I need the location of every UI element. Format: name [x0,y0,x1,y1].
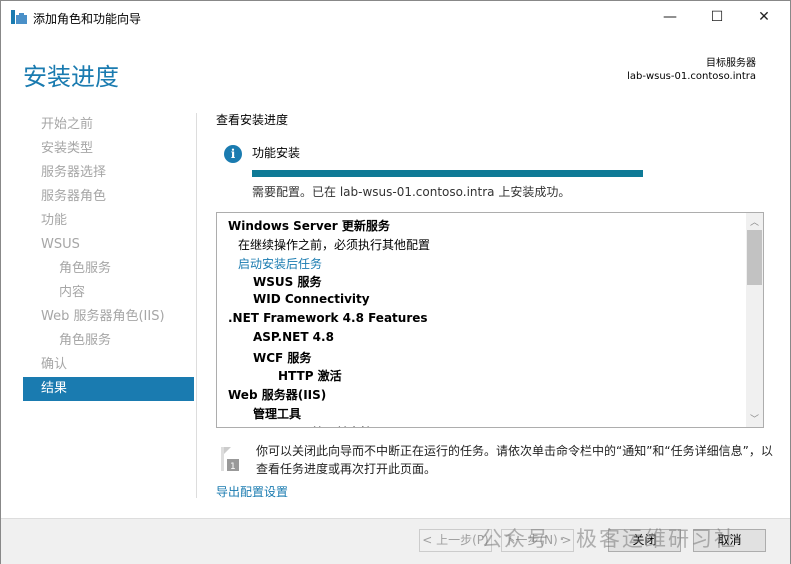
nav-item[interactable]: 角色服务 [23,329,194,353]
list-item: WID Connectivity [253,292,370,307]
progress-bar [252,170,643,177]
list-item: 在继续操作之前，必须执行其他配置 [238,237,431,252]
minimize-button[interactable]: — [647,1,693,33]
nav-item[interactable]: Web 服务器角色(IIS) [23,305,194,329]
nav-item[interactable]: 角色服务 [23,257,194,281]
section-title: 查看安装进度 [216,113,289,127]
list-item: .NET Framework 4.8 Features [228,311,428,325]
svg-text:1: 1 [230,462,236,471]
info-note: 你可以关闭此向导而不中断正在运行的任务。请依次单击命令栏中的“通知”和“任务详细… [256,444,773,476]
status-text: 需要配置。已在 lab-wsus-01.contoso.intra 上安装成功。 [252,185,571,199]
progress-fill [252,170,643,177]
scrollbar[interactable]: ︿ ﹀ [746,213,763,427]
post-install-link[interactable]: 启动安装后任务 [238,255,322,272]
notification-flag-icon: 1 [221,447,239,471]
close-window-button[interactable]: ✕ [741,1,787,33]
target-server: 目标服务器 lab-wsus-01.contoso.intra [627,57,756,83]
divider [196,113,197,498]
server-manager-icon [11,10,27,24]
nav-item[interactable]: 确认 [23,353,194,377]
scroll-down-icon[interactable]: ﹀ [746,412,763,425]
list-item: 管理工具 [253,407,302,421]
feature-install-label: 功能安装 [252,146,301,160]
window-title: 添加角色和功能向导 [33,12,142,26]
nav-item[interactable]: 内容 [23,281,194,305]
target-server-name: lab-wsus-01.contoso.intra [627,71,756,82]
info-icon: i [224,145,242,163]
nav-item[interactable]: 服务器选择 [23,161,194,185]
wizard-nav: 开始之前 安装类型 服务器选择 服务器角色 功能 WSUS 角色服务 内容 Web 服务器角色(… [23,113,194,401]
scroll-up-icon[interactable]: ︿ [746,215,763,228]
export-config-link[interactable]: 导出配置设置 [216,483,288,500]
scroll-thumb[interactable] [747,230,762,285]
nav-item[interactable]: 功能 [23,209,194,233]
list-item: WSUS 服务 [253,275,322,290]
page-title: 安装进度 [23,63,119,91]
nav-item[interactable]: WSUS [23,233,194,257]
wizard-window: 添加角色和功能向导 — ☐ ✕ 安装进度 目标服务器 lab-wsus-01.c… [0,0,791,564]
list-item: WCF 服务 [253,350,312,365]
target-server-label: 目标服务器 [706,58,756,69]
list-item: IIS 6 管理兼容性 [278,424,372,427]
list-item: ASP.NET 4.8 [253,329,334,344]
title-bar: 添加角色和功能向导 — ☐ ✕ [1,1,790,33]
list-item: Windows Server 更新服务 [228,219,390,233]
maximize-button[interactable]: ☐ [694,1,740,33]
nav-item[interactable]: 开始之前 [23,113,194,137]
list-item: HTTP 激活 [278,369,342,384]
nav-item[interactable]: 服务器角色 [23,185,194,209]
nav-item[interactable]: 结果 [23,377,194,401]
results-list[interactable]: Windows Server 更新服务在继续操作之前，必须执行其他配置 启动安装后… [216,212,764,428]
list-item: Web 服务器(IIS) [228,388,327,403]
nav-item[interactable]: 安装类型 [23,137,194,161]
watermark: 公众号 · 极客运维研习社 [481,527,738,551]
